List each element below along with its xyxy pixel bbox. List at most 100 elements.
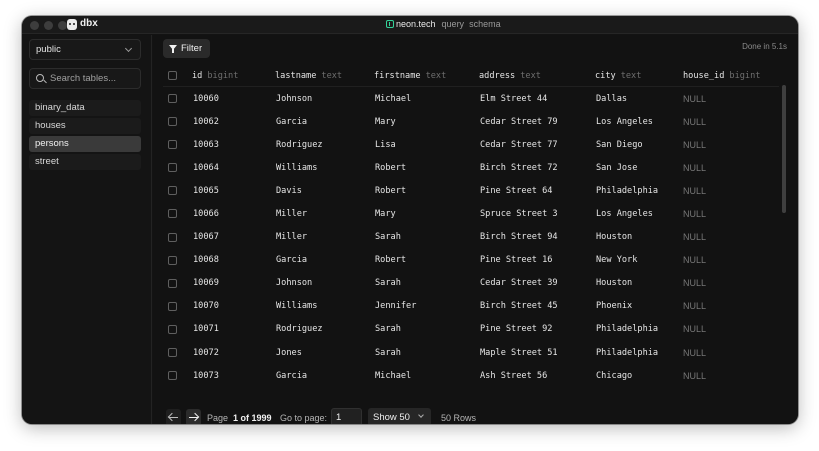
table-row[interactable]: 10064 Williams Robert Birch Street 72 San Jo…	[163, 156, 779, 179]
cell-firstname[interactable]: Robert	[375, 179, 406, 202]
cell-house-id[interactable]: NULL	[683, 133, 706, 156]
table-row[interactable]: 10068 Garcia Robert Pine Street 16 New York N…	[163, 249, 779, 272]
row-checkbox[interactable]	[168, 278, 177, 288]
cell-address[interactable]: Cedar Street 79	[480, 110, 558, 133]
cell-firstname[interactable]: Sarah	[375, 226, 401, 249]
row-checkbox[interactable]	[168, 232, 177, 242]
row-checkbox[interactable]	[168, 255, 177, 265]
table-row[interactable]: 10072 Jones Sarah Maple Street 51 Philadelph…	[163, 341, 779, 364]
cell-house-id[interactable]: NULL	[683, 87, 706, 110]
cell-lastname[interactable]: Jones	[276, 341, 302, 364]
cell-city[interactable]: Houston	[596, 226, 632, 249]
cell-house-id[interactable]: NULL	[683, 295, 706, 318]
cell-firstname[interactable]: Robert	[375, 156, 406, 179]
table-row[interactable]: 10070 Williams Jennifer Birch Street 45 Phoe…	[163, 295, 779, 318]
cell-house-id[interactable]: NULL	[683, 110, 706, 133]
row-checkbox[interactable]	[168, 371, 177, 381]
column-header-address[interactable]: address text	[479, 65, 541, 86]
zoom-window-button[interactable]	[58, 21, 67, 30]
column-header-city[interactable]: city text	[595, 65, 641, 86]
cell-address[interactable]: Birch Street 72	[480, 156, 558, 179]
cell-firstname[interactable]: Michael	[375, 364, 411, 387]
row-checkbox[interactable]	[168, 163, 177, 173]
cell-lastname[interactable]: Garcia	[276, 364, 307, 387]
cell-address[interactable]: Cedar Street 77	[480, 133, 558, 156]
cell-lastname[interactable]: Williams	[276, 156, 317, 179]
cell-house-id[interactable]: NULL	[683, 318, 706, 341]
sidebar-item-street[interactable]: street	[29, 154, 141, 170]
row-checkbox[interactable]	[168, 301, 177, 311]
close-window-button[interactable]	[30, 21, 39, 30]
cell-address[interactable]: Cedar Street 39	[480, 272, 558, 295]
cell-city[interactable]: Los Angeles	[596, 110, 653, 133]
cell-lastname[interactable]: Miller	[276, 202, 307, 225]
cell-address[interactable]: Ash Street 56	[480, 364, 547, 387]
cell-city[interactable]: Los Angeles	[596, 202, 653, 225]
cell-firstname[interactable]: Lisa	[375, 133, 396, 156]
cell-address[interactable]: Pine Street 16	[480, 249, 552, 272]
cell-house-id[interactable]: NULL	[683, 249, 706, 272]
cell-city[interactable]: New York	[596, 249, 637, 272]
cell-address[interactable]: Birch Street 94	[480, 226, 558, 249]
sidebar-item-houses[interactable]: houses	[29, 118, 141, 134]
next-page-button[interactable]	[186, 409, 201, 424]
cell-house-id[interactable]: NULL	[683, 156, 706, 179]
cell-firstname[interactable]: Mary	[375, 110, 396, 133]
cell-firstname[interactable]: Mary	[375, 202, 396, 225]
tab-schema[interactable]: schema	[469, 19, 501, 29]
cell-house-id[interactable]: NULL	[683, 202, 706, 225]
cell-lastname[interactable]: Rodriguez	[276, 133, 323, 156]
connection-host[interactable]: neon.tech	[396, 19, 436, 29]
table-row[interactable]: 10065 Davis Robert Pine Street 64 Philadelph…	[163, 179, 779, 202]
cell-address[interactable]: Spruce Street 3	[480, 202, 558, 225]
table-row[interactable]: 10060 Johnson Michael Elm Street 44 Dallas NU…	[163, 87, 779, 110]
cell-city[interactable]: Philadelphia	[596, 179, 658, 202]
table-row[interactable]: 10066 Miller Mary Spruce Street 3 Los Angele…	[163, 202, 779, 225]
cell-id[interactable]: 10071	[193, 318, 219, 341]
cell-address[interactable]: Pine Street 64	[480, 179, 552, 202]
cell-id[interactable]: 10073	[193, 364, 219, 387]
cell-lastname[interactable]: Davis	[276, 179, 302, 202]
cell-lastname[interactable]: Garcia	[276, 110, 307, 133]
cell-id[interactable]: 10060	[193, 87, 219, 110]
cell-address[interactable]: Elm Street 44	[480, 87, 547, 110]
minimize-window-button[interactable]	[44, 21, 53, 30]
cell-city[interactable]: Philadelphia	[596, 341, 658, 364]
page-size-select[interactable]: Show 50	[368, 408, 431, 424]
cell-firstname[interactable]: Sarah	[375, 341, 401, 364]
cell-lastname[interactable]: Rodriguez	[276, 318, 323, 341]
goto-page-input[interactable]	[331, 408, 362, 424]
cell-city[interactable]: Philadelphia	[596, 318, 658, 341]
table-search-box[interactable]	[29, 68, 141, 89]
cell-firstname[interactable]: Jennifer	[375, 295, 416, 318]
cell-city[interactable]: San Diego	[596, 133, 643, 156]
cell-id[interactable]: 10070	[193, 295, 219, 318]
cell-lastname[interactable]: Miller	[276, 226, 307, 249]
column-header-id[interactable]: id bigint	[192, 65, 238, 86]
table-search-input[interactable]	[50, 71, 138, 86]
cell-id[interactable]: 10064	[193, 156, 219, 179]
cell-city[interactable]: Houston	[596, 272, 632, 295]
row-checkbox[interactable]	[168, 324, 177, 334]
cell-firstname[interactable]: Sarah	[375, 272, 401, 295]
filter-button[interactable]: Filter	[163, 39, 210, 58]
table-row[interactable]: 10073 Garcia Michael Ash Street 56 Chicago NU…	[163, 364, 779, 387]
cell-id[interactable]: 10065	[193, 179, 219, 202]
cell-id[interactable]: 10062	[193, 110, 219, 133]
table-row[interactable]: 10067 Miller Sarah Birch Street 94 Houston NU…	[163, 226, 779, 249]
cell-id[interactable]: 10066	[193, 202, 219, 225]
sidebar-item-binary-data[interactable]: binary_data	[29, 100, 141, 116]
column-header-house-id[interactable]: house_id bigint	[683, 65, 760, 86]
cell-lastname[interactable]: Garcia	[276, 249, 307, 272]
row-checkbox[interactable]	[168, 186, 177, 196]
cell-id[interactable]: 10067	[193, 226, 219, 249]
cell-house-id[interactable]: NULL	[683, 364, 706, 387]
column-header-firstname[interactable]: firstname text	[374, 65, 446, 86]
cell-house-id[interactable]: NULL	[683, 226, 706, 249]
cell-city[interactable]: Phoenix	[596, 295, 632, 318]
sidebar-item-persons[interactable]: persons	[29, 136, 141, 152]
cell-lastname[interactable]: Johnson	[276, 272, 312, 295]
cell-id[interactable]: 10068	[193, 249, 219, 272]
cell-id[interactable]: 10063	[193, 133, 219, 156]
cell-house-id[interactable]: NULL	[683, 272, 706, 295]
